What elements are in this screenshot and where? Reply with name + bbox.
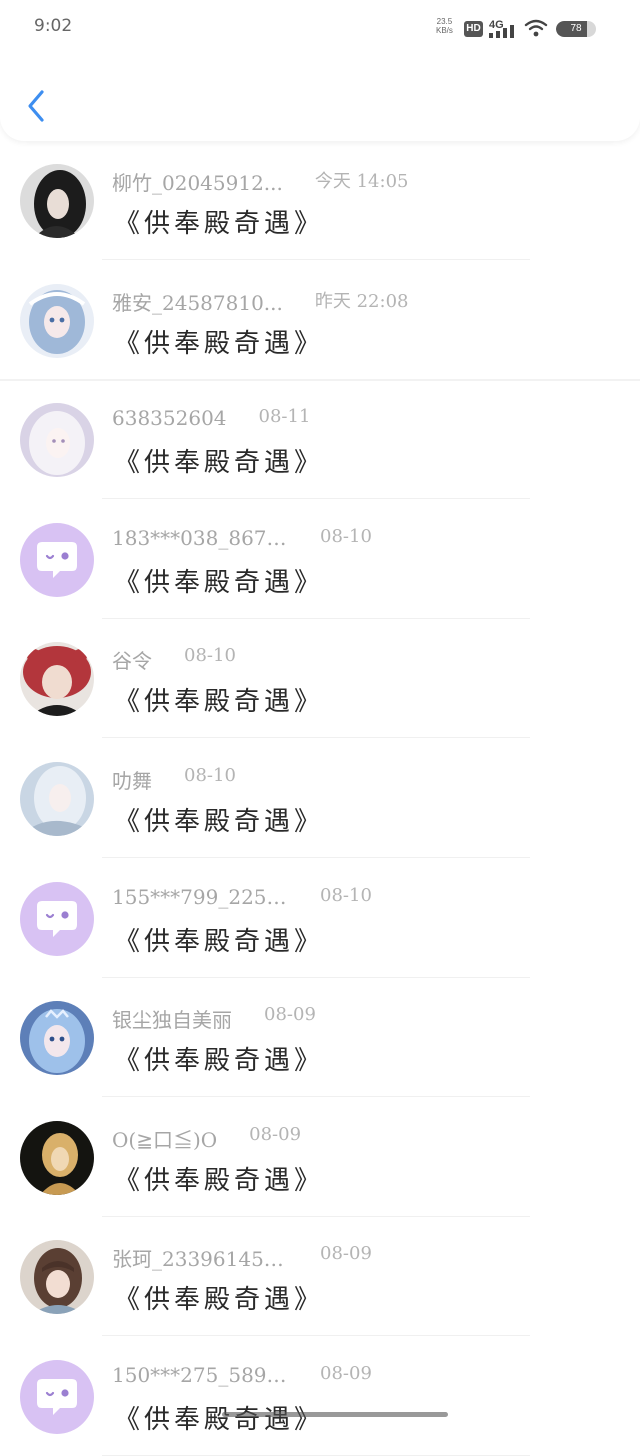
conversation-header: O(≧口≦)O 08-09	[112, 1124, 301, 1152]
conversation-item[interactable]: 雅安_24587810... 昨天 22:08 《供奉殿奇遇》	[0, 261, 640, 380]
contact-name: 638352604	[112, 406, 227, 431]
message-time: 08-11	[258, 406, 311, 428]
conversation-header: 叻舞 08-10	[112, 765, 236, 793]
avatar[interactable]	[20, 642, 94, 717]
conversation-item[interactable]: 柳竹_02045912... 今天 14:05 《供奉殿奇遇》	[0, 141, 640, 260]
conversation-header: 638352604 08-11	[112, 406, 310, 434]
avatar[interactable]	[20, 1001, 94, 1076]
contact-name: 银尘独自美丽	[112, 1008, 232, 1033]
contact-name: 雅安_24587810...	[112, 290, 283, 315]
cellular-signal-icon: 4G	[489, 19, 514, 38]
message-preview: 《供奉殿奇遇》	[114, 1046, 325, 1077]
message-time: 昨天 22:08	[314, 290, 409, 312]
contact-name: 150***275_58967...	[112, 1363, 288, 1387]
status-bar: 9:02 23.5 KB/s HD 4G 78	[0, 0, 640, 56]
message-preview: 《供奉殿奇遇》	[114, 1285, 325, 1316]
battery-percent: 78	[570, 23, 582, 34]
message-time: 08-09	[320, 1243, 372, 1265]
message-preview: 《供奉殿奇遇》	[114, 448, 325, 479]
conversation-item[interactable]: 183***038_86774... 08-10 《供奉殿奇遇》	[0, 500, 640, 619]
conversation-item[interactable]: 150***275_58967... 08-09 《供奉殿奇遇》	[0, 1337, 640, 1456]
top-header: 9:02 23.5 KB/s HD 4G 78	[0, 0, 640, 141]
message-preview: 《供奉殿奇遇》	[114, 209, 325, 239]
message-preview: 《供奉殿奇遇》	[114, 1405, 325, 1435]
contact-name: 叻舞	[112, 769, 152, 793]
message-preview: 《供奉殿奇遇》	[114, 687, 325, 718]
network-speed-value: 23.5	[436, 17, 453, 26]
conversation-header: 张珂_233961457... 08-09	[112, 1243, 372, 1271]
avatar[interactable]	[20, 1120, 94, 1195]
conversation-item[interactable]: 银尘独自美丽 08-09 《供奉殿奇遇》	[0, 978, 640, 1098]
conversation-item[interactable]: O(≧口≦)O 08-09 《供奉殿奇遇》	[0, 1098, 640, 1217]
avatar[interactable]	[20, 164, 94, 238]
avatar[interactable]	[20, 881, 94, 956]
home-indicator[interactable]	[222, 1412, 448, 1417]
message-preview: 《供奉殿奇遇》	[114, 807, 325, 837]
battery-icon: 78	[556, 21, 596, 37]
message-preview: 《供奉殿奇遇》	[114, 567, 325, 598]
message-time: 今天 14:05	[314, 171, 409, 192]
avatar[interactable]	[20, 283, 94, 358]
message-time: 08-09	[249, 1123, 302, 1145]
message-time: 08-09	[264, 1004, 316, 1026]
message-time: 08-10	[184, 765, 236, 786]
avatar[interactable]	[20, 762, 94, 836]
message-time: 08-10	[320, 884, 372, 906]
contact-name: 谷令	[112, 649, 152, 674]
avatar[interactable]	[20, 522, 94, 597]
conversation-header: 谷令 08-10	[112, 645, 236, 673]
avatar[interactable]	[20, 1240, 94, 1315]
hd-icon: HD	[464, 21, 483, 37]
conversation-header: 雅安_24587810... 昨天 22:08	[112, 287, 408, 315]
contact-name: 张珂_233961457...	[112, 1247, 288, 1272]
svg-text:4G: 4G	[489, 19, 504, 31]
back-button[interactable]	[18, 84, 54, 128]
message-time: 08-09	[320, 1363, 372, 1384]
conversation-header: 150***275_58967... 08-09	[112, 1363, 372, 1391]
contact-name: 155***799_22538...	[112, 884, 288, 909]
message-preview: 《供奉殿奇遇》	[114, 1165, 325, 1196]
status-time: 9:02	[34, 16, 73, 36]
contact-name: O(≧口≦)O	[112, 1127, 218, 1152]
conversation-item[interactable]: 叻舞 08-10 《供奉殿奇遇》	[0, 739, 640, 858]
wifi-icon	[524, 19, 548, 37]
message-time: 08-10	[184, 645, 236, 667]
conversation-item[interactable]: 谷令 08-10 《供奉殿奇遇》	[0, 619, 640, 739]
network-speed: 23.5 KB/s	[436, 17, 453, 35]
message-preview: 《供奉殿奇遇》	[114, 328, 325, 359]
contact-name: 柳竹_02045912...	[112, 171, 283, 195]
conversation-header: 155***799_22538... 08-10	[112, 885, 372, 913]
conversation-header: 柳竹_02045912... 今天 14:05	[112, 167, 408, 195]
conversation-item[interactable]: 张珂_233961457... 08-09 《供奉殿奇遇》	[0, 1217, 640, 1337]
avatar[interactable]	[20, 403, 94, 478]
chevron-left-icon	[28, 90, 44, 122]
message-time: 08-10	[320, 525, 372, 547]
section-divider	[0, 379, 640, 382]
conversation-item[interactable]: 638352604 08-11 《供奉殿奇遇》	[0, 380, 640, 500]
avatar[interactable]	[20, 1360, 94, 1434]
network-speed-unit: KB/s	[436, 26, 453, 35]
conversation-header: 183***038_86774... 08-10	[112, 526, 372, 554]
contact-name: 183***038_86774...	[112, 525, 288, 550]
message-preview: 《供奉殿奇遇》	[114, 926, 325, 957]
conversation-item[interactable]: 155***799_22538... 08-10 《供奉殿奇遇》	[0, 859, 640, 978]
conversation-header: 银尘独自美丽 08-09	[112, 1004, 316, 1032]
